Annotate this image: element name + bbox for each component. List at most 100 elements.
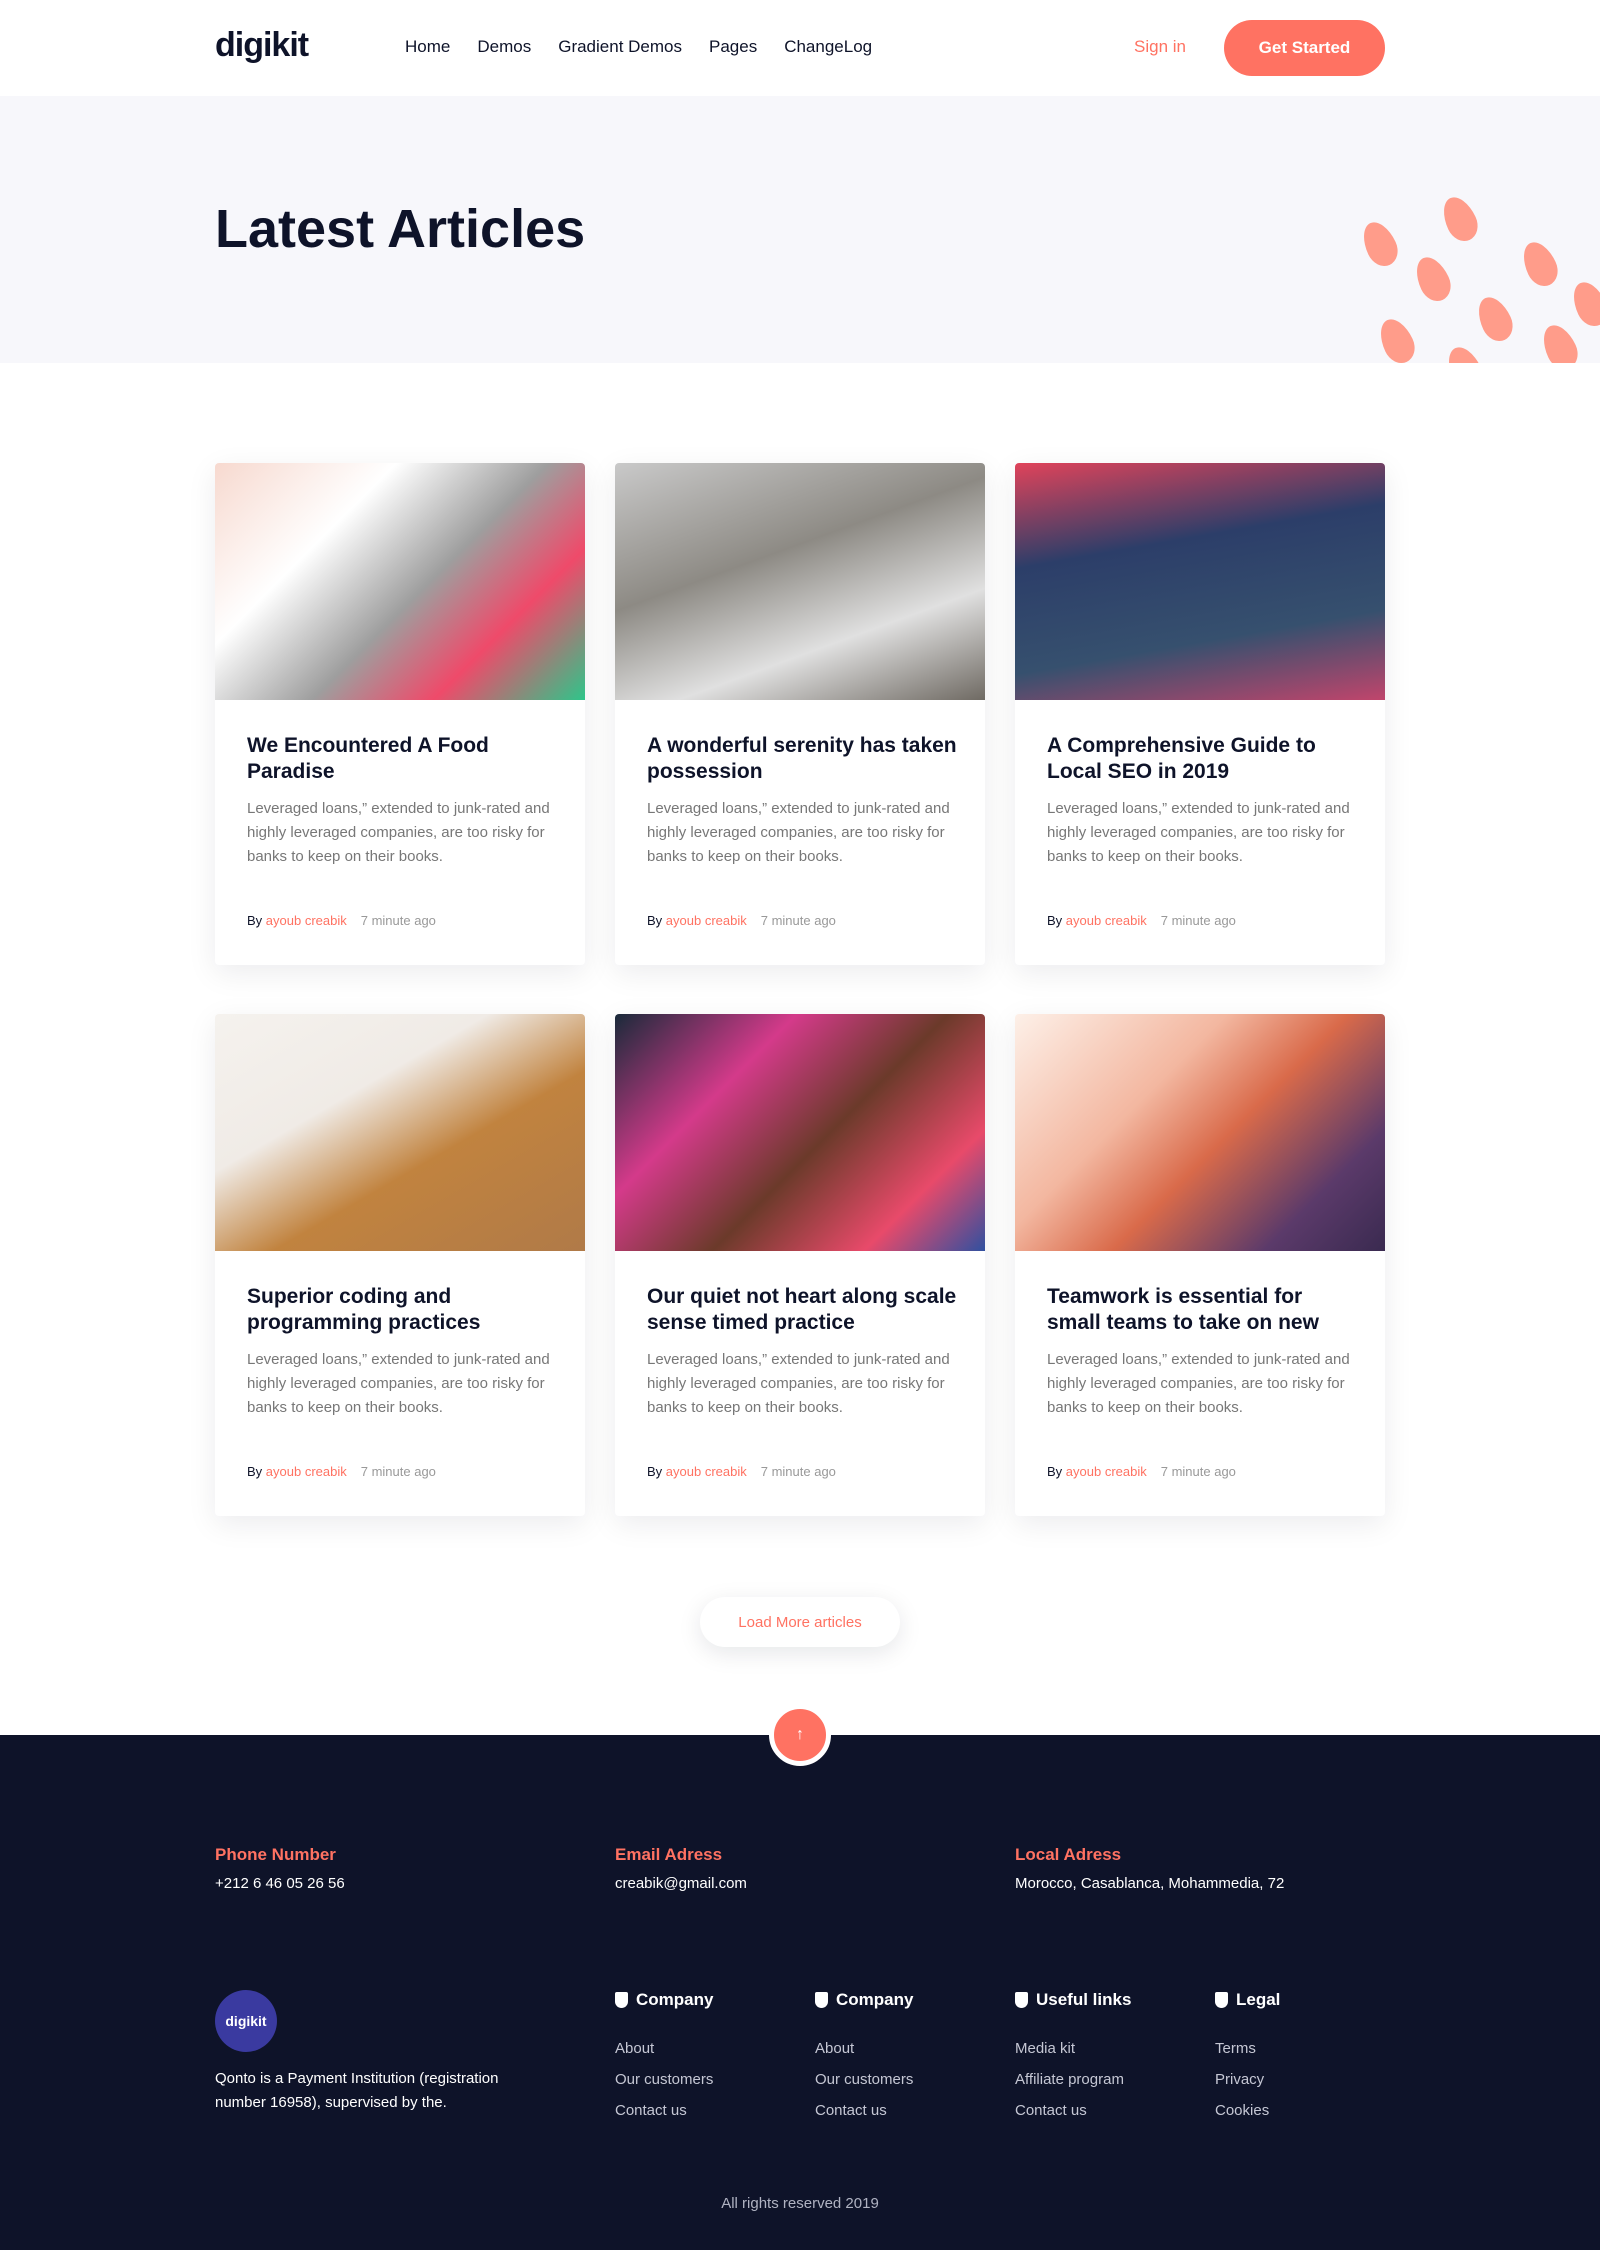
footer: Phone Number +212 6 46 05 26 56 Email Ad… <box>0 1735 1600 2250</box>
hero: Latest Articles <box>0 96 1600 363</box>
contact-value: creabik@gmail.com <box>615 1875 747 1892</box>
article-time: 7 minute ago <box>360 1464 436 1479</box>
article-card[interactable]: A wonderful serenity has taken possessio… <box>615 463 985 965</box>
article-image[interactable] <box>615 1014 985 1251</box>
article-image[interactable] <box>215 1014 585 1251</box>
footer-description: Qonto is a Payment Institution (registra… <box>215 2070 499 2111</box>
article-excerpt: Leveraged loans,” extended to junk-rated… <box>247 1351 550 1416</box>
footer-column-title: Company <box>836 1990 914 2009</box>
article-card[interactable]: A Comprehensive Guide to Local SEO in 20… <box>1015 463 1385 965</box>
logo[interactable]: digikit <box>215 26 309 65</box>
footer-column-title: Useful links <box>1036 1990 1132 2009</box>
footer-column: Legal Terms Privacy Cookies <box>1215 1990 1280 2119</box>
article-title[interactable]: Superior coding and programming practice… <box>247 1284 557 1336</box>
author-link[interactable]: ayoub creabik <box>666 913 747 928</box>
article-excerpt: Leveraged loans,” extended to junk-rated… <box>647 1351 950 1416</box>
contact-email: Email Adress creabik@gmail.com <box>615 1845 747 1892</box>
article-excerpt: Leveraged loans,” extended to junk-rated… <box>247 800 550 865</box>
article-meta: By ayoub creabik 7 minute ago <box>647 913 836 928</box>
top-nav: digikit Home Demos Gradient Demos Pages … <box>0 0 1600 96</box>
article-title[interactable]: We Encountered A Food Paradise <box>247 733 557 785</box>
article-title[interactable]: A Comprehensive Guide to Local SEO in 20… <box>1047 733 1357 785</box>
article-meta: By ayoub creabik 7 minute ago <box>247 1464 436 1479</box>
footer-column-title: Legal <box>1236 1990 1281 2009</box>
article-excerpt: Leveraged loans,” extended to junk-rated… <box>647 800 950 865</box>
footer-column: Company About Our customers Contact us <box>815 1990 913 2119</box>
contact-address: Local Adress Morocco, Casablanca, Mohamm… <box>1015 1845 1284 1892</box>
shield-icon <box>1015 1992 1028 2008</box>
article-title[interactable]: A wonderful serenity has taken possessio… <box>647 733 957 785</box>
shield-icon <box>1215 1992 1228 2008</box>
get-started-button[interactable]: Get Started <box>1224 20 1385 76</box>
footer-link[interactable]: Privacy <box>1215 2071 1280 2088</box>
contact-label: Local Adress <box>1015 1845 1122 1864</box>
load-more-button[interactable]: Load More articles <box>700 1597 900 1647</box>
article-excerpt: Leveraged loans,” extended to junk-rated… <box>1047 1351 1350 1416</box>
article-meta: By ayoub creabik 7 minute ago <box>1047 1464 1236 1479</box>
author-link[interactable]: ayoub creabik <box>1066 1464 1147 1479</box>
article-time: 7 minute ago <box>1160 1464 1236 1479</box>
footer-column-title: Company <box>636 1990 714 2009</box>
article-meta: By ayoub creabik 7 minute ago <box>247 913 436 928</box>
article-image[interactable] <box>215 463 585 700</box>
article-title[interactable]: Our quiet not heart along scale sense ti… <box>647 1284 957 1336</box>
footer-link[interactable]: Affiliate program <box>1015 2071 1131 2088</box>
by-label: By <box>1047 1464 1063 1479</box>
contact-phone: Phone Number +212 6 46 05 26 56 <box>215 1845 345 1892</box>
shield-icon <box>615 1992 628 2008</box>
footer-link[interactable]: Media kit <box>1015 2040 1131 2057</box>
shield-icon <box>815 1992 828 2008</box>
article-meta: By ayoub creabik 7 minute ago <box>647 1464 836 1479</box>
page-title: Latest Articles <box>215 199 586 259</box>
copyright: All rights reserved 2019 <box>721 2195 879 2212</box>
footer-column: Company About Our customers Contact us <box>615 1990 713 2119</box>
author-link[interactable]: ayoub creabik <box>266 913 347 928</box>
footer-link[interactable]: About <box>615 2040 713 2057</box>
footer-column: Useful links Media kit Affiliate program Co… <box>1015 1990 1131 2119</box>
nav-pages[interactable]: Pages <box>709 37 757 57</box>
article-card[interactable]: Teamwork is essential for small teams to… <box>1015 1014 1385 1516</box>
article-image[interactable] <box>615 463 985 700</box>
footer-logo[interactable]: digikit <box>215 1990 277 2052</box>
arrow-up-icon: ↑ <box>796 1726 804 1743</box>
by-label: By <box>647 913 663 928</box>
article-card[interactable]: Superior coding and programming practice… <box>215 1014 585 1516</box>
article-time: 7 minute ago <box>760 913 836 928</box>
author-link[interactable]: ayoub creabik <box>1066 913 1147 928</box>
article-title[interactable]: Teamwork is essential for small teams to… <box>1047 1284 1357 1336</box>
article-excerpt: Leveraged loans,” extended to junk-rated… <box>1047 800 1350 865</box>
by-label: By <box>247 913 263 928</box>
contact-label: Phone Number <box>215 1845 336 1864</box>
contact-label: Email Adress <box>615 1845 723 1864</box>
nav-changelog[interactable]: ChangeLog <box>784 37 872 57</box>
author-link[interactable]: ayoub creabik <box>666 1464 747 1479</box>
article-card[interactable]: Our quiet not heart along scale sense ti… <box>615 1014 985 1516</box>
article-time: 7 minute ago <box>760 1464 836 1479</box>
nav-demos[interactable]: Demos <box>477 37 531 57</box>
nav-home[interactable]: Home <box>405 37 450 57</box>
footer-link[interactable]: Contact us <box>1015 2102 1131 2119</box>
by-label: By <box>1047 913 1063 928</box>
article-image[interactable] <box>1015 1014 1385 1251</box>
footer-link[interactable]: Contact us <box>815 2102 913 2119</box>
article-image[interactable] <box>1015 463 1385 700</box>
footer-link[interactable]: Our customers <box>615 2071 713 2088</box>
contact-value: +212 6 46 05 26 56 <box>215 1875 345 1892</box>
by-label: By <box>247 1464 263 1479</box>
footer-link[interactable]: Cookies <box>1215 2102 1280 2119</box>
article-time: 7 minute ago <box>360 913 436 928</box>
author-link[interactable]: ayoub creabik <box>266 1464 347 1479</box>
footer-link[interactable]: Terms <box>1215 2040 1280 2057</box>
sign-in-link[interactable]: Sign in <box>1134 37 1186 57</box>
contact-value: Morocco, Casablanca, Mohammedia, 72 <box>1015 1875 1285 1892</box>
footer-link[interactable]: About <box>815 2040 913 2057</box>
article-time: 7 minute ago <box>1160 913 1236 928</box>
footer-link[interactable]: Our customers <box>815 2071 913 2088</box>
scroll-to-top-button[interactable]: ↑ <box>769 1704 831 1766</box>
nav-gradient-demos[interactable]: Gradient Demos <box>558 37 682 57</box>
article-card[interactable]: We Encountered A Food Paradise Leveraged… <box>215 463 585 965</box>
main-menu: Home Demos Gradient Demos Pages ChangeLo… <box>405 37 872 57</box>
by-label: By <box>647 1464 663 1479</box>
article-meta: By ayoub creabik 7 minute ago <box>1047 913 1236 928</box>
footer-link[interactable]: Contact us <box>615 2102 713 2119</box>
